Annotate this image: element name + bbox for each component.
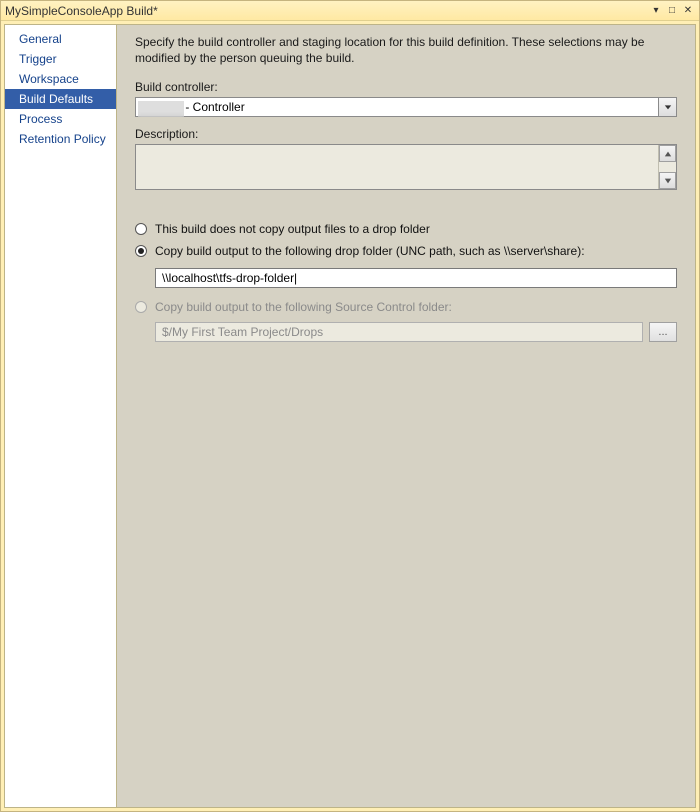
build-controller-input[interactable] <box>136 98 658 116</box>
ellipsis-icon: ... <box>658 326 667 338</box>
radio-label: Copy build output to the following Sourc… <box>155 300 452 314</box>
radio-icon <box>135 301 147 313</box>
client-area: General Trigger Workspace Build Defaults… <box>4 24 696 808</box>
sidebar-item-trigger[interactable]: Trigger <box>5 49 116 69</box>
source-control-input <box>155 322 643 342</box>
sidebar-item-build-defaults[interactable]: Build Defaults <box>5 89 116 109</box>
radio-icon[interactable] <box>135 223 147 235</box>
description-scrollbar <box>658 145 676 189</box>
window-title: MySimpleConsoleApp Build* <box>5 4 649 18</box>
description-label: Description: <box>135 127 677 141</box>
sidebar-item-label: Retention Policy <box>19 132 106 146</box>
sidebar-item-workspace[interactable]: Workspace <box>5 69 116 89</box>
drop-folder-input[interactable] <box>155 268 677 288</box>
chevron-down-icon[interactable] <box>658 98 676 116</box>
scroll-up-icon[interactable] <box>659 145 676 162</box>
sidebar: General Trigger Workspace Build Defaults… <box>5 25 117 807</box>
browse-button: ... <box>649 322 677 342</box>
sidebar-item-label: Trigger <box>19 52 57 66</box>
radio-source-control: Copy build output to the following Sourc… <box>135 300 677 314</box>
radio-no-drop[interactable]: This build does not copy output files to… <box>135 222 677 236</box>
controller-label: Build controller: <box>135 80 677 94</box>
maximize-icon[interactable]: □ <box>665 4 679 18</box>
titlebar: MySimpleConsoleApp Build* ▾ □ ✕ <box>1 1 699 21</box>
window-controls: ▾ □ ✕ <box>649 4 695 18</box>
radio-label: This build does not copy output files to… <box>155 222 430 236</box>
sidebar-item-process[interactable]: Process <box>5 109 116 129</box>
main-panel: Specify the build controller and staging… <box>117 25 695 807</box>
sidebar-item-label: Build Defaults <box>19 92 93 106</box>
description-textarea[interactable] <box>136 145 658 189</box>
build-definition-window: MySimpleConsoleApp Build* ▾ □ ✕ General … <box>0 0 700 812</box>
dropdown-icon[interactable]: ▾ <box>649 4 663 18</box>
source-control-container: ... <box>155 322 677 342</box>
intro-text: Specify the build controller and staging… <box>135 35 677 66</box>
sidebar-item-retention-policy[interactable]: Retention Policy <box>5 129 116 149</box>
build-controller-combo[interactable] <box>135 97 677 117</box>
radio-label: Copy build output to the following drop … <box>155 244 585 258</box>
sidebar-item-label: Process <box>19 112 62 126</box>
scroll-down-icon[interactable] <box>659 172 676 189</box>
redacted-overlay <box>138 101 184 117</box>
radio-drop-folder[interactable]: Copy build output to the following drop … <box>135 244 677 258</box>
sidebar-item-label: General <box>19 32 62 46</box>
radio-icon[interactable] <box>135 245 147 257</box>
close-icon[interactable]: ✕ <box>681 4 695 18</box>
sidebar-item-general[interactable]: General <box>5 29 116 49</box>
description-box <box>135 144 677 190</box>
drop-folder-container <box>155 266 677 300</box>
sidebar-item-label: Workspace <box>19 72 79 86</box>
